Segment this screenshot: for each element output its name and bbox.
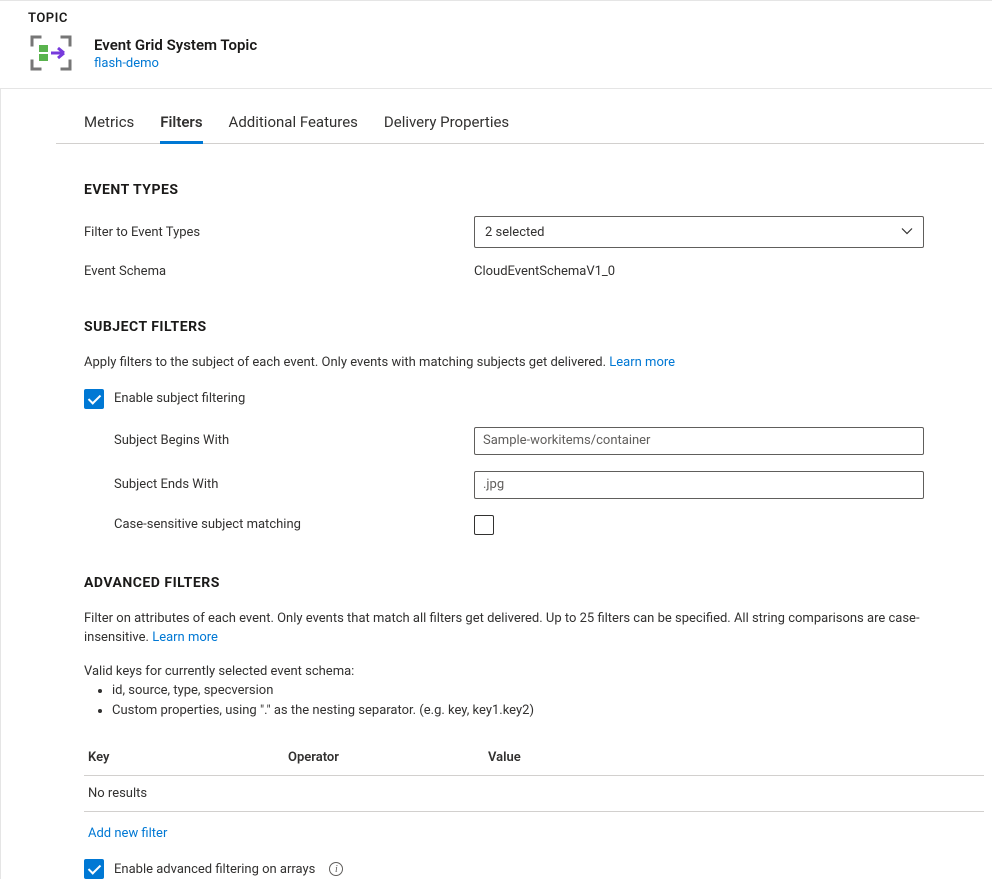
filter-event-types-select[interactable]: 2 selected xyxy=(474,216,924,248)
col-operator: Operator xyxy=(288,750,488,765)
case-sensitive-label: Case-sensitive subject matching xyxy=(84,517,474,532)
topic-name-link[interactable]: flash-demo xyxy=(94,56,257,71)
tab-metrics[interactable]: Metrics xyxy=(84,111,134,143)
col-key: Key xyxy=(88,750,288,765)
header-label: TOPIC xyxy=(16,11,976,26)
section-advanced-filters: ADVANCED FILTERS Filter on attributes of… xyxy=(84,575,984,880)
subject-begins-input[interactable] xyxy=(474,427,924,455)
subject-ends-input[interactable] xyxy=(474,471,924,499)
chevron-down-icon xyxy=(901,225,913,240)
subject-filters-help-text: Apply filters to the subject of each eve… xyxy=(84,355,606,370)
advanced-filters-title: ADVANCED FILTERS xyxy=(84,575,984,591)
topic-header: TOPIC Event Grid System Topic flash-demo xyxy=(0,0,992,89)
tab-delivery-properties[interactable]: Delivery Properties xyxy=(384,111,509,143)
event-grid-topic-icon xyxy=(28,32,74,74)
event-types-title: EVENT TYPES xyxy=(84,182,984,198)
subject-ends-label: Subject Ends With xyxy=(84,477,474,492)
valid-keys-label: Valid keys for currently selected event … xyxy=(84,664,984,679)
no-results-row: No results xyxy=(84,776,984,812)
case-sensitive-checkbox[interactable] xyxy=(474,515,494,535)
valid-keys-list: id, source, type, specversion Custom pro… xyxy=(84,681,984,723)
event-schema-label: Event Schema xyxy=(84,264,474,279)
tab-filters[interactable]: Filters xyxy=(160,111,202,144)
advanced-filters-learn-more-link[interactable]: Learn more xyxy=(152,630,218,645)
info-icon[interactable]: i xyxy=(329,862,343,876)
enable-subject-filtering-checkbox[interactable] xyxy=(84,389,104,409)
tabs: Metrics Filters Additional Features Deli… xyxy=(56,111,984,144)
subject-filters-help: Apply filters to the subject of each eve… xyxy=(84,353,984,373)
tab-additional-features[interactable]: Additional Features xyxy=(229,111,358,143)
valid-keys-item: id, source, type, specversion xyxy=(112,681,984,702)
section-event-types: EVENT TYPES Filter to Event Types 2 sele… xyxy=(84,182,984,279)
valid-keys-item: Custom properties, using "." as the nest… xyxy=(112,701,984,722)
advanced-filters-table: Key Operator Value No results xyxy=(84,742,984,812)
section-subject-filters: SUBJECT FILTERS Apply filters to the sub… xyxy=(84,319,984,535)
topic-title: Event Grid System Topic xyxy=(94,36,257,54)
filter-event-types-value: 2 selected xyxy=(485,225,544,240)
filter-event-types-label: Filter to Event Types xyxy=(84,225,474,240)
subject-begins-label: Subject Begins With xyxy=(84,433,474,448)
event-schema-value: CloudEventSchemaV1_0 xyxy=(474,264,615,279)
add-new-filter-link[interactable]: Add new filter xyxy=(88,826,167,841)
enable-advanced-filtering-arrays-label: Enable advanced filtering on arrays xyxy=(114,862,315,877)
subject-filters-title: SUBJECT FILTERS xyxy=(84,319,984,335)
subject-filters-learn-more-link[interactable]: Learn more xyxy=(609,355,675,370)
advanced-filters-help: Filter on attributes of each event. Only… xyxy=(84,609,984,648)
enable-subject-filtering-label: Enable subject filtering xyxy=(114,391,245,406)
enable-advanced-filtering-arrays-checkbox[interactable] xyxy=(84,859,104,879)
col-value: Value xyxy=(488,750,980,765)
